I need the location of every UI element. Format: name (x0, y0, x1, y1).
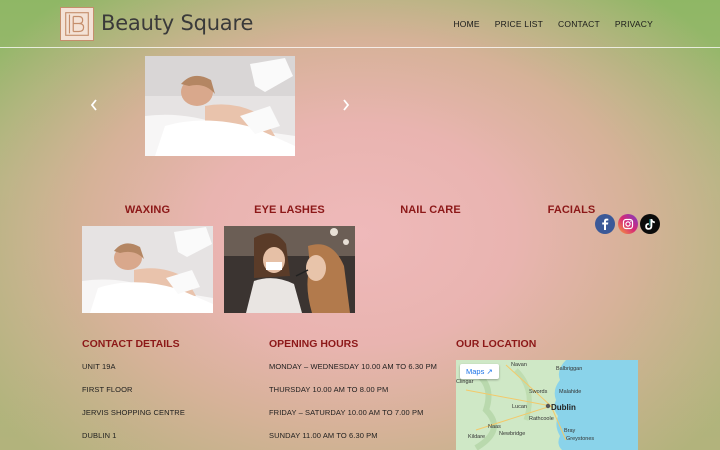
map-place: Clingar (456, 379, 474, 385)
nav-contact[interactable]: CONTACT (558, 19, 600, 29)
hours-line: FRIDAY – SATURDAY 10.00 AM TO 7.00 PM (269, 408, 424, 417)
our-location-heading: OUR LOCATION (456, 338, 537, 350)
service-title-nail-care[interactable]: NAIL CARE (365, 204, 496, 216)
map-place: Greystones (566, 436, 595, 442)
contact-line: FIRST FLOOR (82, 385, 133, 394)
contact-line: JERVIS SHOPPING CENTRE (82, 408, 185, 417)
contact-line: DUBLIN 1 (82, 431, 117, 440)
map-place: Naas (488, 424, 501, 430)
nav-home[interactable]: HOME (453, 19, 479, 29)
slider-image (145, 56, 295, 156)
map-place: Balbriggan (556, 366, 583, 372)
map-place: Swords (529, 389, 548, 395)
instagram-icon[interactable] (618, 214, 638, 234)
eye-lashes-image[interactable] (224, 226, 355, 313)
slider-prev-icon[interactable] (89, 98, 99, 112)
slider-next-icon[interactable] (341, 98, 351, 112)
map-city-dublin: Dublin (551, 403, 576, 412)
contact-line: UNIT 19A (82, 362, 116, 371)
location-map[interactable]: Maps ↗ Navan Balbriggan Swords Malahide … (456, 360, 638, 450)
facebook-icon[interactable] (595, 214, 615, 234)
service-title-eye-lashes[interactable]: EYE LASHES (224, 204, 355, 216)
maps-link-button[interactable]: Maps ↗ (460, 364, 499, 379)
service-title-waxing[interactable]: WAXING (82, 204, 213, 216)
map-place: Rathcoole (529, 416, 554, 422)
site-header: Beauty Square HOME PRICE LIST CONTACT PR… (0, 0, 720, 48)
map-place: Newbridge (499, 431, 526, 437)
map-place: Navan (511, 362, 527, 368)
waxing-image[interactable] (82, 226, 213, 313)
hours-line: MONDAY – WEDNESDAY 10.00 AM TO 6.30 PM (269, 362, 438, 371)
brand-name[interactable]: Beauty Square (101, 11, 253, 35)
contact-details-heading: CONTACT DETAILS (82, 338, 180, 350)
map-place: Lucan (512, 404, 527, 410)
hours-line: THURSDAY 10.00 AM TO 8.00 PM (269, 385, 389, 394)
map-place: Kildare (468, 434, 486, 440)
main-nav: HOME PRICE LIST CONTACT PRIVACY (453, 19, 653, 29)
map-place: Bray (564, 428, 576, 434)
hours-line: SUNDAY 11.00 AM TO 6.30 PM (269, 431, 378, 440)
external-link-icon: ↗ (486, 367, 493, 376)
tiktok-icon[interactable] (640, 214, 660, 234)
nav-price-list[interactable]: PRICE LIST (495, 19, 543, 29)
nav-privacy[interactable]: PRIVACY (615, 19, 653, 29)
map-place: Malahide (559, 389, 582, 395)
logo[interactable] (60, 7, 94, 41)
opening-hours-heading: OPENING HOURS (269, 338, 359, 350)
